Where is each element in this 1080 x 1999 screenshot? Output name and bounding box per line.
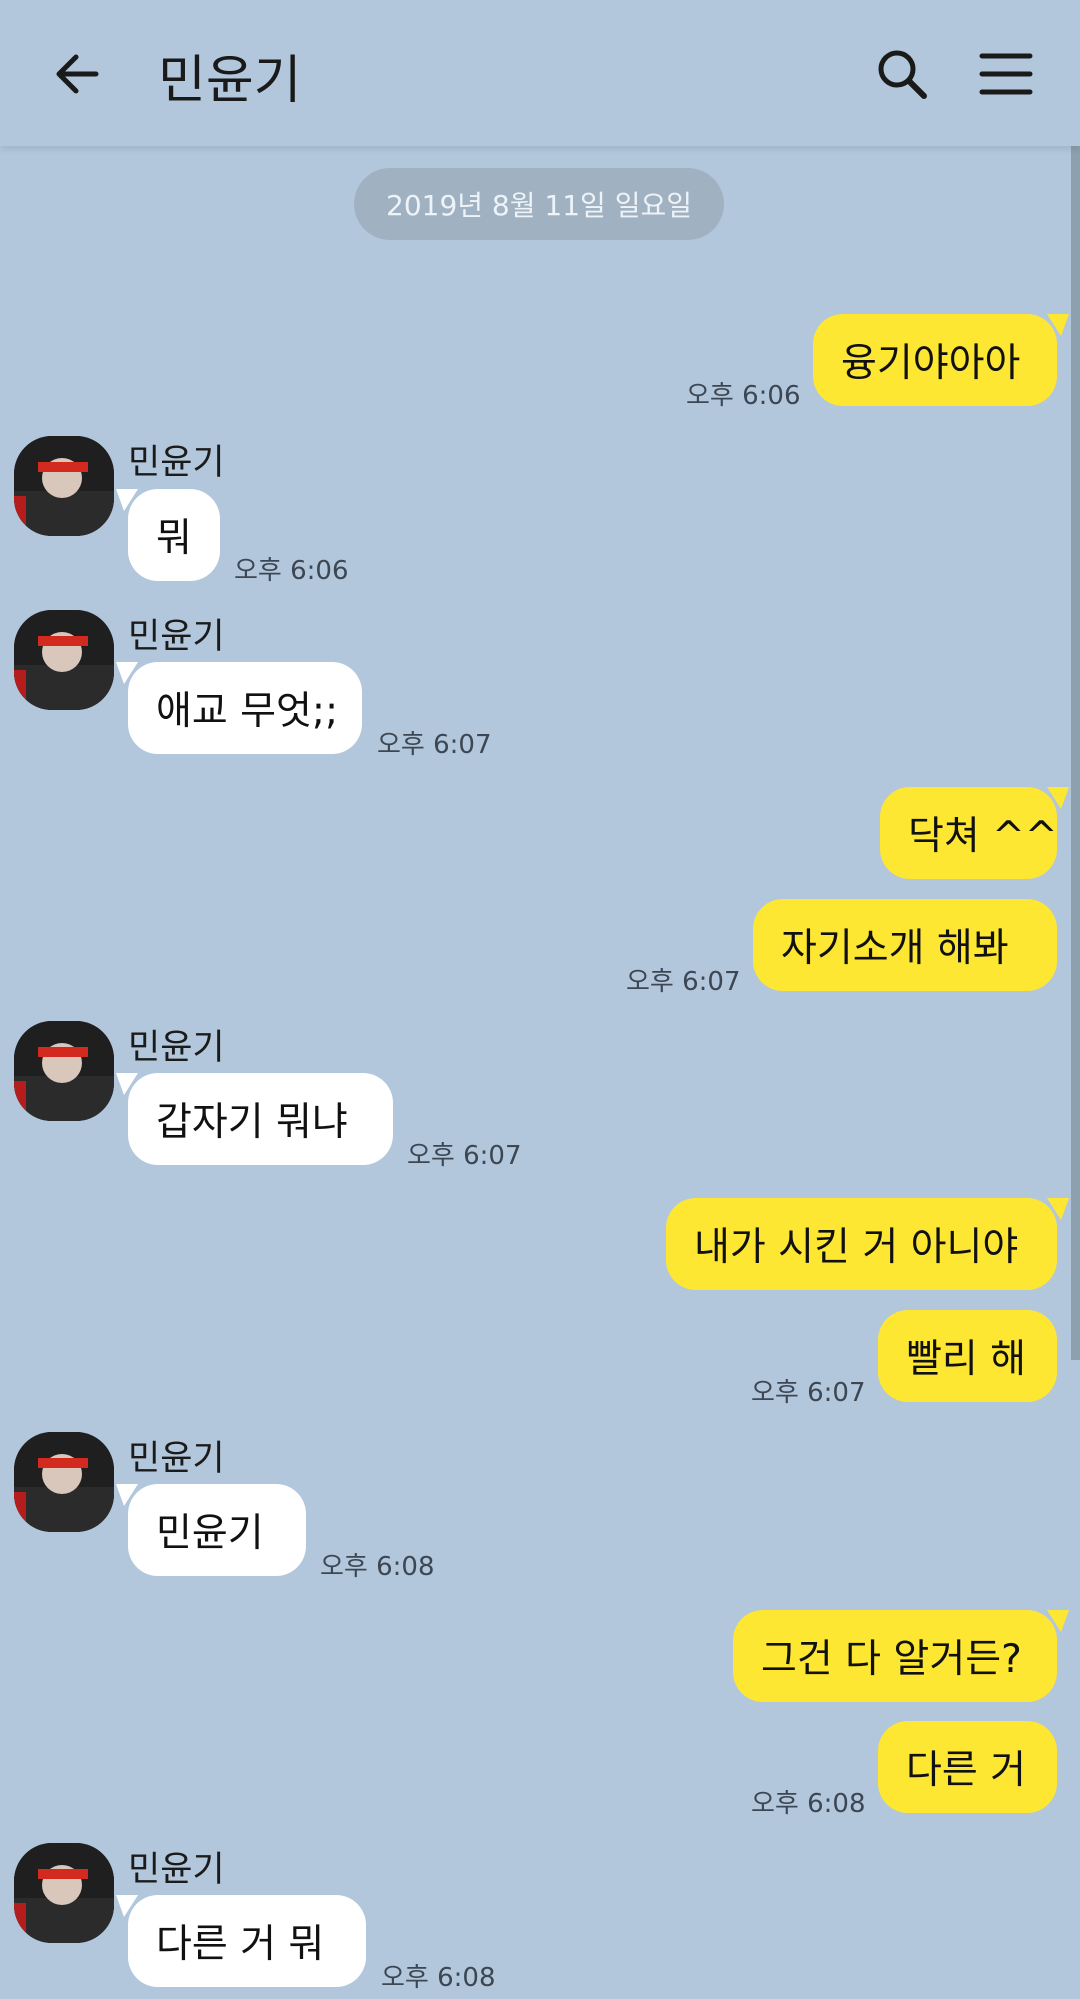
my-message-bubble[interactable]: 다른 거 bbox=[878, 1721, 1057, 1813]
avatar[interactable] bbox=[14, 1843, 114, 1943]
chat-title: 민윤기 bbox=[158, 51, 302, 111]
message-time: 오후 6:08 bbox=[320, 1552, 435, 1582]
my-message-bubble[interactable]: 융기야아아 bbox=[813, 314, 1057, 406]
their-message-bubble[interactable]: 뭐 bbox=[128, 489, 220, 581]
my-message-bubble[interactable]: 자기소개 해봐 bbox=[753, 899, 1057, 991]
message-time: 오후 6:07 bbox=[377, 730, 492, 760]
chat-header: 민윤기 bbox=[0, 0, 1080, 146]
message-time: 오후 6:07 bbox=[751, 1378, 866, 1408]
hamburger-menu-icon[interactable] bbox=[978, 46, 1034, 102]
their-message-bubble[interactable]: 민윤기 bbox=[128, 1484, 306, 1576]
search-icon[interactable] bbox=[872, 44, 932, 104]
message-time: 오후 6:08 bbox=[751, 1789, 866, 1819]
arrow-left-icon[interactable] bbox=[48, 44, 108, 104]
sender-name: 민윤기 bbox=[128, 1439, 225, 1479]
message-time: 오후 6:07 bbox=[407, 1141, 522, 1171]
sender-name: 민윤기 bbox=[128, 1028, 225, 1068]
avatar[interactable] bbox=[14, 610, 114, 710]
sender-name: 민윤기 bbox=[128, 443, 225, 483]
my-message-bubble[interactable]: 닥쳐 ^^ bbox=[880, 787, 1058, 879]
avatar[interactable] bbox=[14, 1021, 114, 1121]
their-message-bubble[interactable]: 다른 거 뭐 bbox=[128, 1895, 366, 1987]
their-message-bubble[interactable]: 갑자기 뭐냐 bbox=[128, 1073, 393, 1165]
sender-name: 민윤기 bbox=[128, 617, 225, 657]
avatar[interactable] bbox=[14, 1432, 114, 1532]
message-time: 오후 6:07 bbox=[626, 967, 741, 997]
scrollbar[interactable] bbox=[1071, 146, 1080, 1360]
avatar[interactable] bbox=[14, 436, 114, 536]
their-message-bubble[interactable]: 애교 무엇;; bbox=[128, 662, 362, 754]
my-message-bubble[interactable]: 그건 다 알거든? bbox=[733, 1610, 1057, 1702]
my-message-bubble[interactable]: 빨리 해 bbox=[878, 1310, 1057, 1402]
date-divider: 2019년 8월 11일 일요일 bbox=[354, 168, 724, 240]
my-message-bubble[interactable]: 내가 시킨 거 아니야 bbox=[666, 1198, 1057, 1290]
sender-name: 민윤기 bbox=[128, 1850, 225, 1890]
message-time: 오후 6:08 bbox=[381, 1963, 496, 1993]
message-time: 오후 6:06 bbox=[234, 556, 349, 586]
message-time: 오후 6:06 bbox=[686, 381, 801, 411]
